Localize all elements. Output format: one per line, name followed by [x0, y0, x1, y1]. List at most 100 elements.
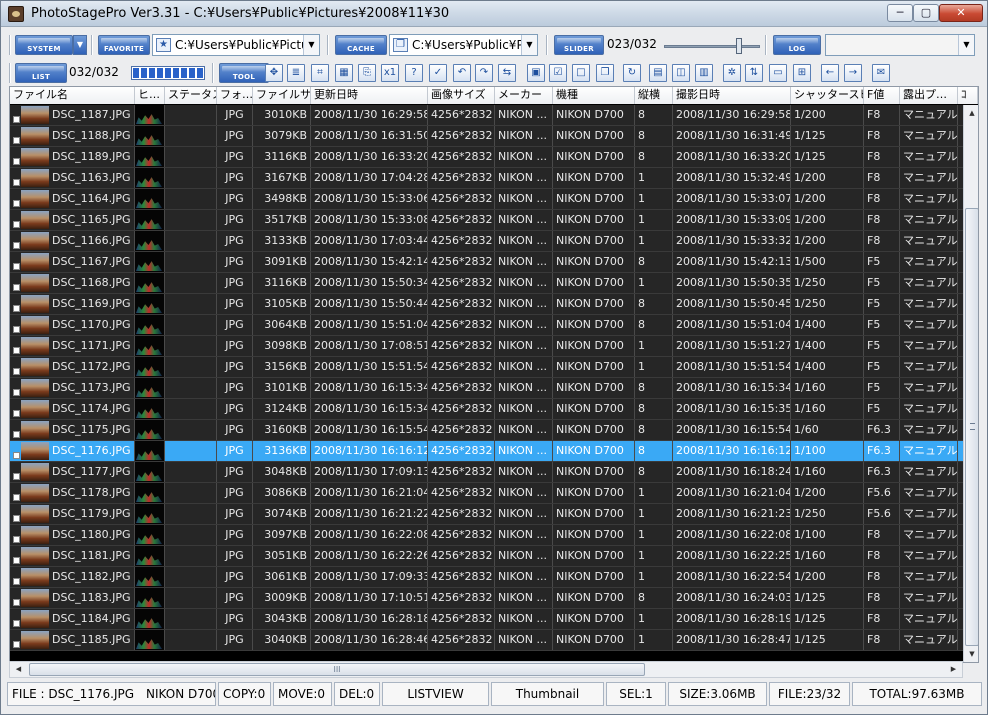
table-row[interactable]: DSC_1166.JPG JPG 3133KB 2008/11/30 17:03:44…	[10, 231, 978, 252]
row-checkbox[interactable]	[13, 200, 20, 207]
table-row[interactable]: DSC_1183.JPG JPG 3009KB 2008/11/30 17:10:51…	[10, 588, 978, 609]
table-row[interactable]: DSC_1182.JPG JPG 3061KB 2008/11/30 17:09:33…	[10, 567, 978, 588]
slider-button[interactable]: SLIDER	[554, 35, 604, 55]
row-checkbox[interactable]	[13, 473, 20, 480]
row-checkbox[interactable]	[13, 179, 20, 186]
log-combo[interactable]: ▼	[825, 34, 975, 56]
list-edit-icon[interactable]: ≣	[287, 64, 305, 82]
row-checkbox[interactable]	[13, 431, 20, 438]
column-header[interactable]: ヒ…	[135, 87, 165, 104]
status-listview[interactable]: LISTVIEW	[382, 682, 489, 706]
favorite-button[interactable]: FAVORITE	[98, 35, 150, 55]
table-row[interactable]: DSC_1173.JPG JPG 3101KB 2008/11/30 16:15:34…	[10, 378, 978, 399]
column-header[interactable]: メーカー	[495, 87, 553, 104]
row-checkbox[interactable]	[13, 347, 20, 354]
row-checkbox[interactable]	[13, 536, 20, 543]
scroll-left-arrow-icon[interactable]: ◀	[10, 662, 27, 677]
cache-path-combo[interactable]: ❐ C:¥Users¥Public¥Pi ▼	[389, 34, 538, 56]
vertical-scroll-thumb[interactable]	[965, 208, 978, 646]
row-checkbox[interactable]	[13, 326, 20, 333]
rotate-left-icon[interactable]: ↶	[453, 64, 471, 82]
status-thumbnail[interactable]: Thumbnail	[491, 682, 604, 706]
row-checkbox[interactable]	[13, 599, 20, 606]
table-row[interactable]: DSC_1171.JPG JPG 3098KB 2008/11/30 17:08:51…	[10, 336, 978, 357]
table-row[interactable]: DSC_1179.JPG JPG 3074KB 2008/11/30 16:21:22…	[10, 504, 978, 525]
column-header[interactable]: ｺ	[958, 87, 978, 104]
row-checkbox[interactable]	[13, 620, 20, 627]
question-icon[interactable]: ?	[405, 64, 423, 82]
favorite-path-combo[interactable]: ★ C:¥Users¥Public¥Pictu ▼	[152, 34, 320, 56]
chevron-down-icon[interactable]: ▼	[521, 35, 537, 55]
cache-button[interactable]: CACHE	[335, 35, 387, 55]
flip-icon[interactable]: ⇆	[498, 64, 516, 82]
checkbox-icon[interactable]: ☑	[549, 64, 567, 82]
table-row[interactable]: DSC_1184.JPG JPG 3043KB 2008/11/30 16:28:18…	[10, 609, 978, 630]
calculator-icon[interactable]: ▤	[649, 64, 667, 82]
column-header[interactable]: 露出プ…	[900, 87, 958, 104]
row-checkbox[interactable]	[13, 221, 20, 228]
column-header[interactable]: 機種	[553, 87, 635, 104]
rotate-right-icon[interactable]: ↷	[475, 64, 493, 82]
column-header[interactable]: 撮影日時	[673, 87, 791, 104]
row-checkbox[interactable]	[13, 284, 20, 291]
system-button[interactable]: SYSTEM	[15, 35, 73, 55]
vertical-scrollbar[interactable]: ▲ ▼	[963, 105, 978, 662]
forward-icon[interactable]: →	[844, 64, 862, 82]
row-checkbox[interactable]	[13, 242, 20, 249]
file-list[interactable]: ファイル名ヒ…ステータスフォ…ファイルサ…更新日時画像サイズメーカー機種縦横撮影…	[9, 86, 979, 663]
column-header[interactable]: 画像サイズ	[428, 87, 495, 104]
table-row[interactable]: DSC_1170.JPG JPG 3064KB 2008/11/30 15:51:04…	[10, 315, 978, 336]
row-checkbox[interactable]	[13, 557, 20, 564]
table-row[interactable]: DSC_1163.JPG JPG 3167KB 2008/11/30 17:04:28…	[10, 168, 978, 189]
tool-button[interactable]: TOOL	[219, 63, 269, 83]
table-row[interactable]: DSC_1174.JPG JPG 3124KB 2008/11/30 16:15:34…	[10, 399, 978, 420]
row-checkbox[interactable]	[13, 263, 20, 270]
slider-thumb[interactable]	[736, 38, 742, 54]
window-icon[interactable]: ▭	[769, 64, 787, 82]
square-icon[interactable]: □	[572, 64, 590, 82]
column-header[interactable]: 更新日時	[311, 87, 428, 104]
slider-track[interactable]	[664, 45, 760, 48]
x1-icon[interactable]: x1	[381, 64, 399, 82]
column-header[interactable]: F値	[864, 87, 900, 104]
row-checkbox[interactable]	[13, 410, 20, 417]
grid-icon[interactable]: ▦	[335, 64, 353, 82]
table-row[interactable]: DSC_1172.JPG JPG 3156KB 2008/11/30 15:51:54…	[10, 357, 978, 378]
mail-icon[interactable]: ✉	[872, 64, 890, 82]
check-icon[interactable]: ✓	[429, 64, 447, 82]
table-row[interactable]: DSC_1189.JPG JPG 3116KB 2008/11/30 16:33:20…	[10, 147, 978, 168]
chevron-down-icon[interactable]: ▼	[958, 35, 974, 55]
frame-icon[interactable]: ▣	[527, 64, 545, 82]
column-header[interactable]: ファイルサ…	[253, 87, 311, 104]
horizontal-scroll-thumb[interactable]: III	[29, 663, 645, 676]
row-checkbox[interactable]	[13, 158, 20, 165]
row-checkbox[interactable]	[13, 368, 20, 375]
list-button[interactable]: LIST	[15, 63, 67, 83]
row-checkbox[interactable]	[13, 305, 20, 312]
copy-icon[interactable]: ⎘	[358, 64, 376, 82]
compare-icon[interactable]: ◫	[672, 64, 690, 82]
table-row[interactable]: DSC_1169.JPG JPG 3105KB 2008/11/30 15:50:44…	[10, 294, 978, 315]
horizontal-scrollbar[interactable]: ◀ III ▶	[9, 661, 963, 678]
table-row[interactable]: DSC_1178.JPG JPG 3086KB 2008/11/30 16:21:04…	[10, 483, 978, 504]
chevron-down-icon[interactable]: ▼	[303, 35, 319, 55]
row-checkbox[interactable]	[13, 389, 20, 396]
table-row[interactable]: DSC_1164.JPG JPG 3498KB 2008/11/30 15:33:06…	[10, 189, 978, 210]
title-bar[interactable]: PhotoStagePro Ver3.31 - C:¥Users¥Public¥…	[1, 1, 987, 27]
column-header[interactable]: シャッタースピ…	[791, 87, 864, 104]
tiles-icon[interactable]: ▥	[695, 64, 713, 82]
row-checkbox[interactable]	[13, 578, 20, 585]
layers-icon[interactable]: ❐	[596, 64, 614, 82]
split-icon[interactable]: ⊞	[793, 64, 811, 82]
row-checkbox[interactable]	[13, 641, 20, 648]
table-row[interactable]: DSC_1168.JPG JPG 3116KB 2008/11/30 15:50:34…	[10, 273, 978, 294]
maximize-button[interactable]: ▢	[913, 4, 939, 22]
settings-icon[interactable]: ✲	[723, 64, 741, 82]
scroll-right-arrow-icon[interactable]: ▶	[945, 662, 962, 677]
close-button[interactable]: ✕	[939, 4, 983, 22]
log-button[interactable]: LOG	[773, 35, 821, 55]
scroll-up-arrow-icon[interactable]: ▲	[964, 105, 978, 122]
column-header[interactable]: フォ…	[217, 87, 253, 104]
scroll-down-arrow-icon[interactable]: ▼	[964, 646, 978, 662]
row-checkbox[interactable]	[13, 494, 20, 501]
